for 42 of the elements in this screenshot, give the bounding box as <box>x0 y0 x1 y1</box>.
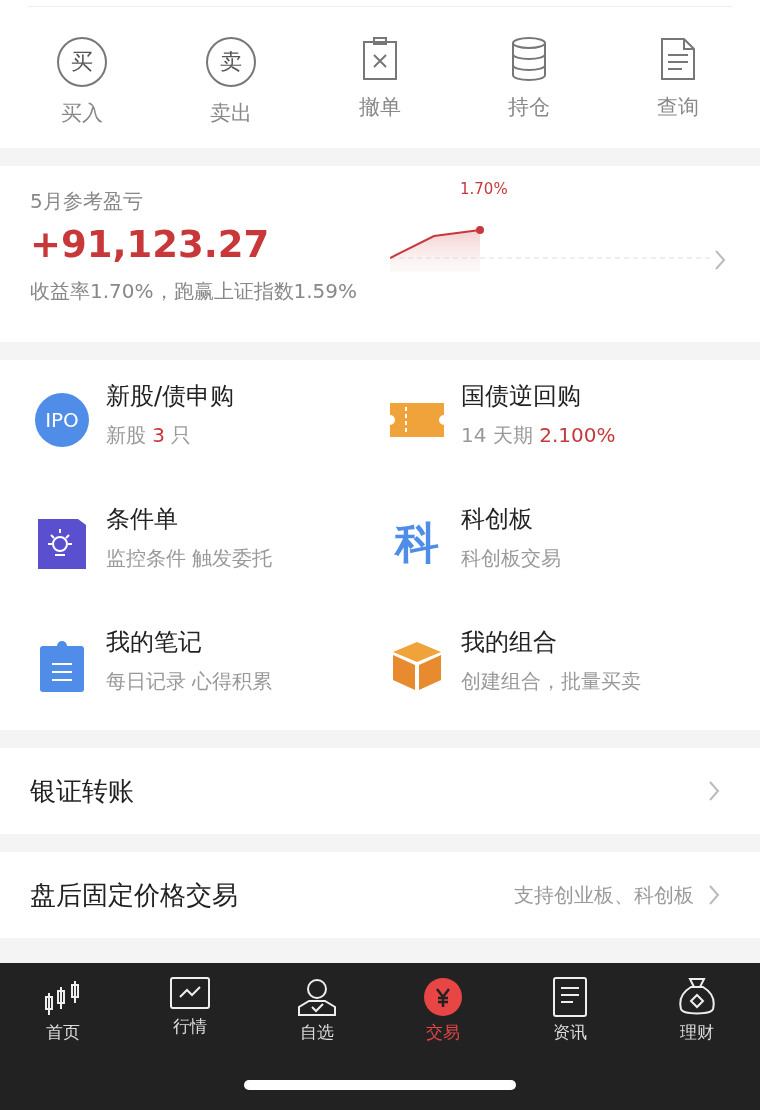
circle-icon: 买 <box>57 37 107 87</box>
database-icon <box>511 37 547 81</box>
action-button[interactable]: 持仓 <box>499 37 559 127</box>
service-item[interactable]: 国债逆回购 14 天期 2.100% <box>389 380 760 503</box>
document-icon <box>552 977 587 1017</box>
ipo-icon: IPO <box>35 393 89 447</box>
chart-label: 1.70% <box>460 180 508 198</box>
profit-card[interactable]: 5月参考盈亏 +91,123.27 收益率1.70%，跑赢上证指数1.59% 1.70% <box>0 166 760 342</box>
chevron-icon <box>708 780 720 802</box>
tab[interactable]: 交易 <box>398 977 489 1044</box>
clipboard-icon <box>40 640 84 692</box>
action-button[interactable]: 买 买入 <box>52 37 112 127</box>
ticket-icon <box>390 403 444 437</box>
service-item[interactable]: 我的笔记 每日记录 心得积累 <box>34 626 389 749</box>
chevron-icon <box>714 249 726 271</box>
yuan-icon <box>423 977 464 1017</box>
service-item[interactable]: IPO 新股/债申购 新股 3 只 <box>34 380 389 503</box>
lightbulb-icon <box>38 517 86 569</box>
money-bag-icon <box>676 977 717 1017</box>
tab[interactable]: 行情 <box>145 977 235 1044</box>
service-item[interactable]: 我的组合 创建组合，批量买卖 <box>389 626 760 749</box>
menu-row[interactable]: 盘后固定价格交易 支持创业板、科创板 <box>0 852 760 938</box>
document-icon <box>660 37 696 81</box>
service-item[interactable]: 条件单 监控条件 触发委托 <box>34 503 389 626</box>
tab[interactable]: 首页 <box>18 977 109 1044</box>
circle-icon: 卖 <box>206 37 256 87</box>
action-button[interactable]: 卖 卖出 <box>201 37 261 127</box>
action-button[interactable]: 查询 <box>648 37 708 127</box>
person-icon <box>296 977 337 1017</box>
menu-row[interactable]: 银证转账 <box>0 748 760 834</box>
tab[interactable]: 资讯 <box>524 977 615 1044</box>
profit-amount: +91,123.27 <box>30 223 271 266</box>
profit-summary: 收益率1.70%，跑赢上证指数1.59% <box>30 278 359 305</box>
chevron-icon <box>708 884 720 906</box>
action-button[interactable]: 撤单 <box>350 37 410 127</box>
clipboard-x-icon <box>362 37 398 81</box>
chart-icon <box>170 977 210 1011</box>
tab[interactable]: 自选 <box>271 977 362 1044</box>
cube-icon <box>391 640 443 692</box>
profit-title: 5月参考盈亏 <box>30 188 144 215</box>
tab[interactable]: 理财 <box>651 977 742 1044</box>
star-board-icon: 科 <box>395 521 439 565</box>
